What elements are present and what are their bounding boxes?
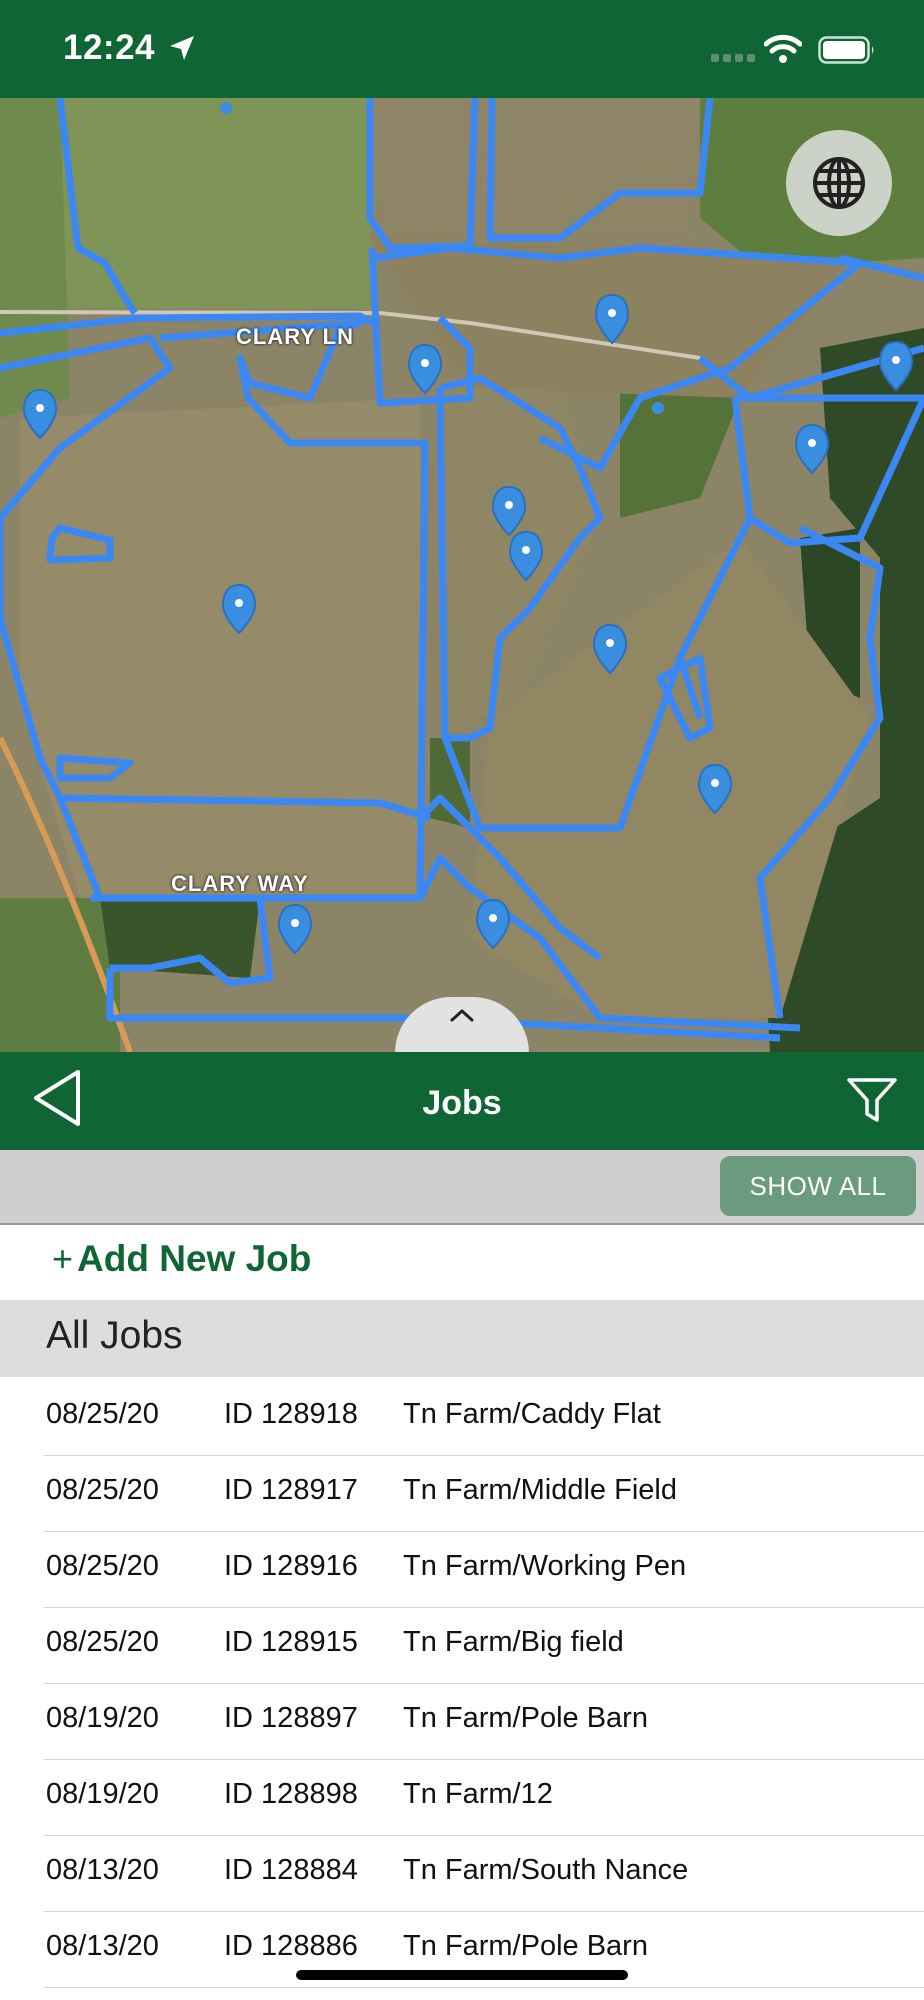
add-new-job-button[interactable]: + Add New Job <box>52 1238 311 1288</box>
page-title: Jobs <box>422 1084 502 1122</box>
section-header: All Jobs <box>0 1300 924 1377</box>
show-all-button[interactable]: SHOW ALL <box>720 1156 916 1216</box>
job-id: ID 128915 <box>224 1626 358 1658</box>
job-date: 08/25/20 <box>46 1398 159 1430</box>
job-date: 08/25/20 <box>46 1550 159 1582</box>
map-type-button[interactable] <box>786 130 892 236</box>
job-id: ID 128884 <box>224 1854 358 1886</box>
globe-icon <box>813 157 865 209</box>
job-id: ID 128916 <box>224 1550 358 1582</box>
job-name: Tn Farm/Big field <box>403 1626 624 1658</box>
job-name: Tn Farm/Pole Barn <box>403 1930 648 1962</box>
back-triangle-icon[interactable] <box>30 1068 84 1128</box>
jobs-list: 08/25/20 ID 128918 Tn Farm/Caddy Flat 08… <box>0 1380 924 1988</box>
job-row[interactable]: 08/13/20 ID 128884 Tn Farm/South Nance <box>44 1836 924 1912</box>
battery-icon <box>818 36 874 64</box>
wifi-icon <box>764 34 802 63</box>
status-time: 12:24 <box>63 28 156 67</box>
job-date: 08/19/20 <box>46 1778 159 1810</box>
job-date: 08/25/20 <box>46 1626 159 1658</box>
job-row[interactable]: 08/25/20 ID 128916 Tn Farm/Working Pen <box>44 1532 924 1608</box>
map-satellite-image <box>0 98 924 1052</box>
job-date: 08/19/20 <box>46 1702 159 1734</box>
map-view[interactable]: CLARY LN CLARY WAY <box>0 98 924 1052</box>
job-date: 08/13/20 <box>46 1854 159 1886</box>
job-name: Tn Farm/South Nance <box>403 1854 689 1886</box>
job-id: ID 128917 <box>224 1474 358 1506</box>
job-date: 08/13/20 <box>46 1930 159 1962</box>
job-name: Tn Farm/Caddy Flat <box>403 1398 661 1430</box>
job-row[interactable]: 08/19/20 ID 128897 Tn Farm/Pole Barn <box>44 1684 924 1760</box>
job-name: Tn Farm/Middle Field <box>403 1474 677 1506</box>
job-name: Tn Farm/Pole Barn <box>403 1702 648 1734</box>
job-id: ID 128886 <box>224 1930 358 1962</box>
job-date: 08/25/20 <box>46 1474 159 1506</box>
job-id: ID 128918 <box>224 1398 358 1430</box>
chevron-up-icon <box>450 1009 474 1022</box>
plus-icon: + <box>52 1238 74 1279</box>
road-label-clary-way: CLARY WAY <box>171 871 309 896</box>
job-id: ID 128898 <box>224 1778 358 1810</box>
status-bar: 12:24 <box>0 0 924 98</box>
add-new-job-label: Add New Job <box>77 1238 312 1279</box>
filter-funnel-icon[interactable] <box>846 1077 898 1123</box>
job-row[interactable]: 08/25/20 ID 128915 Tn Farm/Big field <box>44 1608 924 1684</box>
job-id: ID 128897 <box>224 1702 358 1734</box>
job-row[interactable]: 08/25/20 ID 128917 Tn Farm/Middle Field <box>44 1456 924 1532</box>
job-name: Tn Farm/12 <box>403 1778 553 1810</box>
section-title: All Jobs <box>46 1314 183 1357</box>
job-row[interactable]: 08/25/20 ID 128918 Tn Farm/Caddy Flat <box>44 1380 924 1456</box>
location-arrow-icon <box>170 36 194 60</box>
home-indicator[interactable] <box>296 1970 628 1980</box>
job-row[interactable]: 08/19/20 ID 128898 Tn Farm/12 <box>44 1760 924 1836</box>
cellular-signal-icon <box>711 54 755 62</box>
job-name: Tn Farm/Working Pen <box>403 1550 687 1582</box>
road-label-clary-ln: CLARY LN <box>236 324 354 349</box>
jobs-nav-bar: Jobs <box>0 1052 924 1150</box>
